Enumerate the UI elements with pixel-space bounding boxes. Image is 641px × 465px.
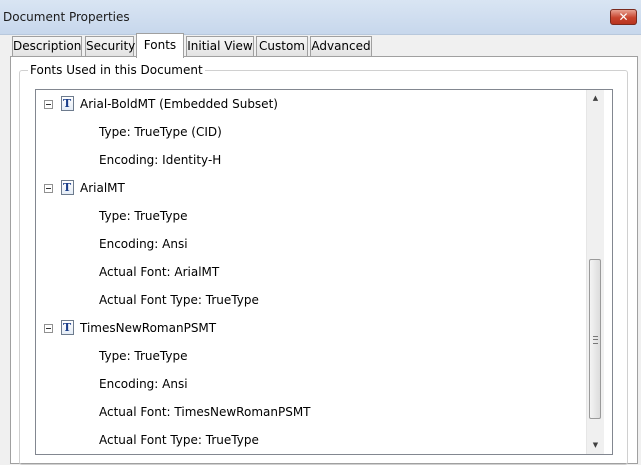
collapse-icon[interactable] — [44, 324, 53, 333]
truetype-font-icon: T — [61, 96, 74, 111]
font-detail: Actual Font Type: TrueType — [99, 293, 259, 307]
close-button[interactable]: ✕ — [610, 9, 637, 25]
font-detail: Type: TrueType — [99, 349, 188, 363]
collapse-icon[interactable] — [44, 184, 53, 193]
arrow-up-icon: ▲ — [592, 94, 599, 102]
tree-node-font[interactable]: T TimesNewRomanPSMT — [36, 318, 576, 338]
title-bar: Document Properties ✕ — [0, 0, 641, 35]
font-detail: Actual Font Type: TrueType — [99, 433, 259, 447]
close-icon: ✕ — [618, 10, 629, 24]
arrow-down-icon: ▼ — [592, 441, 599, 449]
font-detail: Encoding: Ansi — [99, 237, 188, 251]
group-label: Fonts Used in this Document — [28, 63, 205, 77]
font-name: TimesNewRomanPSMT — [80, 321, 217, 335]
font-name: ArialMT — [80, 181, 125, 195]
grip-icon — [593, 336, 598, 344]
tab-advanced[interactable]: Advanced — [310, 36, 372, 57]
tree-node-font[interactable]: T ArialMT — [36, 178, 576, 198]
font-name: Arial-BoldMT (Embedded Subset) — [80, 97, 278, 111]
scroll-up-button[interactable]: ▲ — [587, 90, 604, 107]
truetype-font-icon: T — [61, 180, 74, 195]
font-detail: Actual Font: ArialMT — [99, 265, 220, 279]
font-detail: Type: TrueType (CID) — [99, 125, 222, 139]
font-detail: Encoding: Identity-H — [99, 153, 222, 167]
font-detail: Type: TrueType — [99, 209, 188, 223]
tab-custom[interactable]: Custom — [256, 36, 308, 57]
collapse-icon[interactable] — [44, 100, 53, 109]
tab-security[interactable]: Security — [85, 36, 135, 57]
vertical-scrollbar[interactable]: ▲ ▼ — [586, 90, 604, 454]
font-tree[interactable]: T Arial-BoldMT (Embedded Subset) Type: T… — [35, 89, 613, 455]
tab-initial-view[interactable]: Initial View — [186, 36, 254, 57]
tab-fonts[interactable]: Fonts — [136, 33, 184, 58]
scrollbar-thumb[interactable] — [589, 259, 601, 419]
scroll-down-button[interactable]: ▼ — [587, 437, 604, 454]
window-title: Document Properties — [3, 10, 130, 24]
font-detail: Actual Font: TimesNewRomanPSMT — [99, 405, 311, 419]
truetype-font-icon: T — [61, 320, 74, 335]
tab-description[interactable]: Description — [12, 36, 82, 57]
tree-node-font[interactable]: T Arial-BoldMT (Embedded Subset) — [36, 94, 576, 114]
font-detail: Encoding: Ansi — [99, 377, 188, 391]
